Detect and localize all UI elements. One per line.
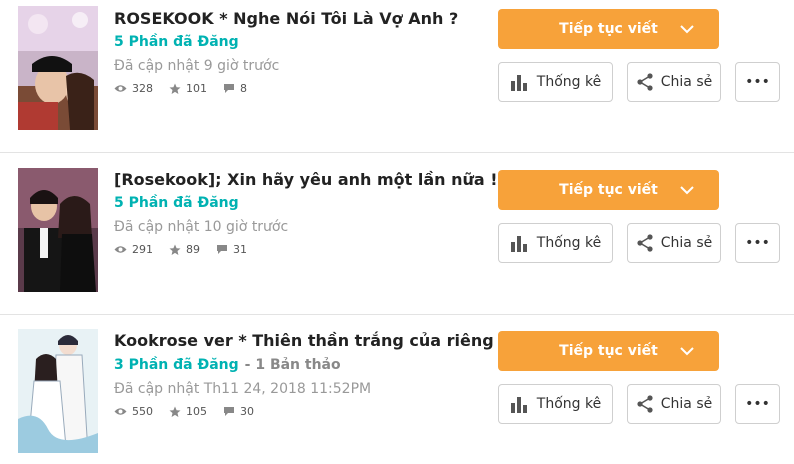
bar-chart-icon — [510, 236, 527, 252]
votes-count: 101 — [186, 82, 207, 95]
views-count: 291 — [132, 243, 153, 256]
continue-writing-label: Tiếp tục viết — [559, 21, 658, 37]
share-button[interactable]: Chia sẻ — [627, 384, 721, 424]
views-count: 550 — [132, 405, 153, 418]
story-updated: Đã cập nhật Th11 24, 2018 11:52PM — [114, 381, 372, 397]
story-cover-image[interactable] — [18, 6, 98, 130]
stats-button[interactable]: Thống kê — [498, 62, 613, 102]
story-stats: 291 89 31 — [114, 243, 263, 256]
story-title[interactable]: Kookrose ver * Thiên thần trắng của riên… — [114, 331, 546, 350]
more-options-icon: ••• — [745, 74, 770, 90]
chevron-down-icon[interactable] — [679, 21, 695, 37]
continue-writing-button[interactable]: Tiếp tục viết — [498, 9, 719, 49]
comments-stat: 30 — [223, 405, 254, 418]
views-count: 328 — [132, 82, 153, 95]
share-button[interactable]: Chia sẻ — [627, 223, 721, 263]
parts-label: 5 Phần đã Đăng — [114, 195, 239, 211]
star-icon — [169, 244, 181, 255]
star-icon — [169, 83, 181, 94]
comment-icon — [224, 407, 234, 416]
story-title[interactable]: [Rosekook]; Xin hãy yêu anh một lần nữa … — [114, 170, 498, 189]
story-parts-count[interactable]: 5 Phần đã Đăng — [114, 195, 239, 211]
comments-stat: 31 — [216, 243, 247, 256]
more-options-icon: ••• — [745, 235, 770, 251]
story-updated: Đã cập nhật 10 giờ trước — [114, 219, 289, 235]
story-stats: 328 101 8 — [114, 82, 263, 95]
views-stat: 291 — [114, 243, 153, 256]
chevron-down-icon[interactable] — [679, 343, 695, 359]
story-updated: Đã cập nhật 9 giờ trước — [114, 58, 280, 74]
share-icon — [637, 234, 653, 252]
comment-icon — [217, 245, 227, 254]
share-label: Chia sẻ — [660, 235, 713, 251]
comments-stat: 8 — [223, 82, 247, 95]
eye-icon — [114, 85, 127, 92]
stats-label: Thống kê — [536, 235, 602, 251]
stats-button[interactable]: Thống kê — [498, 384, 613, 424]
story-row: ROSEKOOK * Nghe Nói Tôi Là Vợ Anh ? 5 Ph… — [0, 0, 794, 153]
continue-writing-button[interactable]: Tiếp tục viết — [498, 170, 719, 210]
parts-label: 5 Phần đã Đăng — [114, 34, 239, 50]
votes-count: 89 — [186, 243, 200, 256]
share-button[interactable]: Chia sẻ — [627, 62, 721, 102]
more-options-icon: ••• — [745, 396, 770, 412]
comments-count: 31 — [233, 243, 247, 256]
share-label: Chia sẻ — [660, 74, 713, 90]
stats-label: Thống kê — [536, 74, 602, 90]
star-icon — [169, 406, 181, 417]
stats-label: Thống kê — [536, 396, 602, 412]
continue-writing-button[interactable]: Tiếp tục viết — [498, 331, 719, 371]
cover-art — [18, 6, 98, 130]
bar-chart-icon — [510, 397, 527, 413]
story-row: [Rosekook]; Xin hãy yêu anh một lần nữa … — [0, 153, 794, 315]
stats-button[interactable]: Thống kê — [498, 223, 613, 263]
story-cover-image[interactable] — [18, 168, 98, 292]
cover-art — [18, 329, 98, 453]
bar-chart-icon — [510, 75, 527, 91]
drafts-count[interactable]: - 1 Bản thảo — [245, 357, 341, 373]
votes-count: 105 — [186, 405, 207, 418]
share-label: Chia sẻ — [660, 396, 713, 412]
votes-stat: 89 — [169, 243, 200, 256]
views-stat: 550 — [114, 405, 153, 418]
votes-stat: 105 — [169, 405, 207, 418]
continue-writing-label: Tiếp tục viết — [559, 343, 658, 359]
eye-icon — [114, 408, 127, 415]
story-parts-count[interactable]: 3 Phần đã Đăng - 1 Bản thảo — [114, 357, 341, 373]
share-icon — [637, 73, 653, 91]
story-title[interactable]: ROSEKOOK * Nghe Nói Tôi Là Vợ Anh ? — [114, 9, 458, 28]
more-options-button[interactable]: ••• — [735, 223, 780, 263]
share-icon — [637, 395, 653, 413]
continue-writing-label: Tiếp tục viết — [559, 182, 658, 198]
chevron-down-icon[interactable] — [679, 182, 695, 198]
cover-art — [18, 168, 98, 292]
comments-count: 8 — [240, 82, 247, 95]
story-row: Kookrose ver * Thiên thần trắng của riên… — [0, 315, 794, 464]
story-parts-count[interactable]: 5 Phần đã Đăng — [114, 34, 239, 50]
parts-label: 3 Phần đã Đăng — [114, 357, 239, 373]
comments-count: 30 — [240, 405, 254, 418]
story-cover-image[interactable] — [18, 329, 98, 453]
comment-icon — [224, 84, 234, 93]
more-options-button[interactable]: ••• — [735, 384, 780, 424]
story-stats: 550 105 30 — [114, 405, 270, 418]
votes-stat: 101 — [169, 82, 207, 95]
views-stat: 328 — [114, 82, 153, 95]
more-options-button[interactable]: ••• — [735, 62, 780, 102]
eye-icon — [114, 246, 127, 253]
